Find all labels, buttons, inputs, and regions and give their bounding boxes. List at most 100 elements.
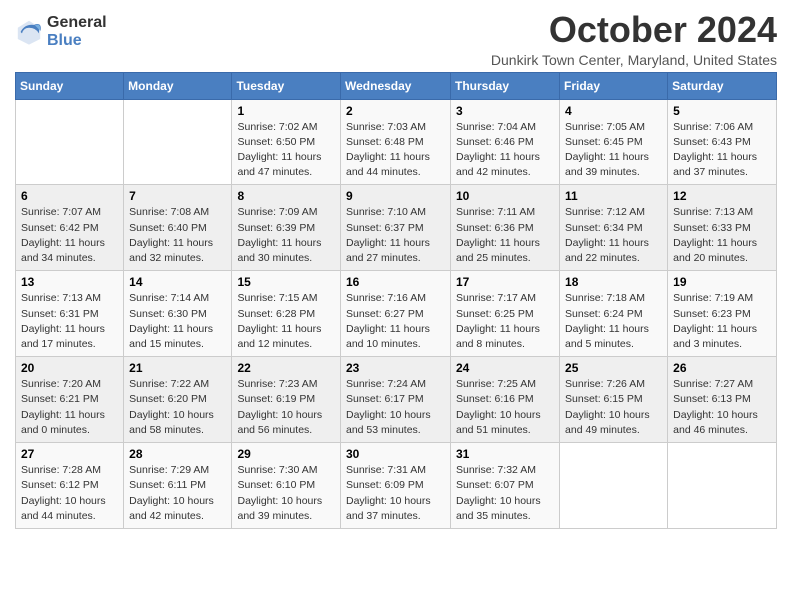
day-cell: 21 Sunrise: 7:22 AM Sunset: 6:20 PM Dayli…: [124, 357, 232, 443]
day-cell: 4Sunrise: 7:05 AM Sunset: 6:45 PM Daylig…: [560, 99, 668, 185]
day-header-wednesday: Wednesday: [341, 72, 451, 99]
day-header-monday: Monday: [124, 72, 232, 99]
day-cell: 29 Sunrise: 7:30 AM Sunset: 6:10 PM Dayli…: [232, 443, 341, 529]
day-info: Sunrise: 7:22 AM Sunset: 6:20 PM Dayligh…: [129, 377, 226, 438]
day-cell: [16, 99, 124, 185]
day-number: 16: [346, 275, 445, 289]
logo-icon: [15, 18, 43, 46]
day-info: Sunrise: 7:13 AM Sunset: 6:33 PM Dayligh…: [673, 205, 771, 266]
day-info: Sunrise: 7:32 AM Sunset: 6:07 PM Dayligh…: [456, 463, 554, 524]
day-number: 22: [237, 361, 335, 375]
day-number: 18: [565, 275, 662, 289]
day-number: 30: [346, 447, 445, 461]
day-info: Sunrise: 7:30 AM Sunset: 6:10 PM Dayligh…: [237, 463, 335, 524]
calendar-table: SundayMondayTuesdayWednesdayThursdayFrid…: [15, 72, 777, 529]
day-info: Sunrise: 7:20 AM Sunset: 6:21 PM Dayligh…: [21, 377, 118, 438]
day-number: 29: [237, 447, 335, 461]
day-cell: 5 Sunrise: 7:06 AM Sunset: 6:43 PM Daylig…: [668, 99, 777, 185]
week-row-1: 1 Sunrise: 7:02 AM Sunset: 6:50 PM Daylig…: [16, 99, 777, 185]
day-number: 6: [21, 189, 118, 203]
day-number: 27: [21, 447, 118, 461]
day-info: Sunrise: 7:23 AM Sunset: 6:19 PM Dayligh…: [237, 377, 335, 438]
day-number: 12: [673, 189, 771, 203]
logo-general-text: General: [47, 14, 107, 32]
day-cell: 27 Sunrise: 7:28 AM Sunset: 6:12 PM Dayli…: [16, 443, 124, 529]
day-cell: 15Sunrise: 7:15 AM Sunset: 6:28 PM Dayli…: [232, 271, 341, 357]
day-header-thursday: Thursday: [451, 72, 560, 99]
day-info: Sunrise: 7:17 AM Sunset: 6:25 PM Dayligh…: [456, 291, 554, 352]
day-info: Sunrise: 7:04 AM Sunset: 6:46 PM Dayligh…: [456, 120, 554, 181]
day-info: Sunrise: 7:06 AM Sunset: 6:43 PM Dayligh…: [673, 120, 771, 181]
day-info: Sunrise: 7:16 AM Sunset: 6:27 PM Dayligh…: [346, 291, 445, 352]
day-cell: 31 Sunrise: 7:32 AM Sunset: 6:07 PM Dayli…: [451, 443, 560, 529]
day-info: Sunrise: 7:03 AM Sunset: 6:48 PM Dayligh…: [346, 120, 445, 181]
day-info: Sunrise: 7:29 AM Sunset: 6:11 PM Dayligh…: [129, 463, 226, 524]
day-number: 5: [673, 104, 771, 118]
day-cell: 17 Sunrise: 7:17 AM Sunset: 6:25 PM Dayli…: [451, 271, 560, 357]
day-cell: 10 Sunrise: 7:11 AM Sunset: 6:36 PM Dayli…: [451, 185, 560, 271]
day-info: Sunrise: 7:25 AM Sunset: 6:16 PM Dayligh…: [456, 377, 554, 438]
day-info: Sunrise: 7:18 AM Sunset: 6:24 PM Dayligh…: [565, 291, 662, 352]
day-cell: 2 Sunrise: 7:03 AM Sunset: 6:48 PM Daylig…: [341, 99, 451, 185]
day-number: 24: [456, 361, 554, 375]
day-info: Sunrise: 7:02 AM Sunset: 6:50 PM Dayligh…: [237, 120, 335, 181]
week-row-2: 6 Sunrise: 7:07 AM Sunset: 6:42 PM Daylig…: [16, 185, 777, 271]
day-cell: 25 Sunrise: 7:26 AM Sunset: 6:15 PM Dayli…: [560, 357, 668, 443]
day-number: 25: [565, 361, 662, 375]
day-info: Sunrise: 7:19 AM Sunset: 6:23 PM Dayligh…: [673, 291, 771, 352]
day-info: Sunrise: 7:26 AM Sunset: 6:15 PM Dayligh…: [565, 377, 662, 438]
day-info: Sunrise: 7:31 AM Sunset: 6:09 PM Dayligh…: [346, 463, 445, 524]
day-cell: 26 Sunrise: 7:27 AM Sunset: 6:13 PM Dayli…: [668, 357, 777, 443]
day-number: 2: [346, 104, 445, 118]
day-number: 4: [565, 104, 662, 118]
day-info: Sunrise: 7:10 AM Sunset: 6:37 PM Dayligh…: [346, 205, 445, 266]
week-row-3: 13 Sunrise: 7:13 AM Sunset: 6:31 PM Dayli…: [16, 271, 777, 357]
day-cell: [124, 99, 232, 185]
day-number: 17: [456, 275, 554, 289]
day-cell: 20Sunrise: 7:20 AM Sunset: 6:21 PM Dayli…: [16, 357, 124, 443]
day-info: Sunrise: 7:07 AM Sunset: 6:42 PM Dayligh…: [21, 205, 118, 266]
day-header-friday: Friday: [560, 72, 668, 99]
header: General Blue October 2024 Dunkirk Town C…: [15, 10, 777, 68]
day-cell: 19 Sunrise: 7:19 AM Sunset: 6:23 PM Dayli…: [668, 271, 777, 357]
day-header-tuesday: Tuesday: [232, 72, 341, 99]
day-info: Sunrise: 7:09 AM Sunset: 6:39 PM Dayligh…: [237, 205, 335, 266]
day-info: Sunrise: 7:12 AM Sunset: 6:34 PM Dayligh…: [565, 205, 662, 266]
day-cell: 9 Sunrise: 7:10 AM Sunset: 6:37 PM Daylig…: [341, 185, 451, 271]
calendar-body: 1 Sunrise: 7:02 AM Sunset: 6:50 PM Daylig…: [16, 99, 777, 528]
day-number: 31: [456, 447, 554, 461]
day-cell: 6 Sunrise: 7:07 AM Sunset: 6:42 PM Daylig…: [16, 185, 124, 271]
day-cell: 18 Sunrise: 7:18 AM Sunset: 6:24 PM Dayli…: [560, 271, 668, 357]
location-title: Dunkirk Town Center, Maryland, United St…: [491, 52, 777, 68]
day-number: 21: [129, 361, 226, 375]
day-number: 13: [21, 275, 118, 289]
day-info: Sunrise: 7:27 AM Sunset: 6:13 PM Dayligh…: [673, 377, 771, 438]
day-header-saturday: Saturday: [668, 72, 777, 99]
day-info: Sunrise: 7:11 AM Sunset: 6:36 PM Dayligh…: [456, 205, 554, 266]
day-cell: 23Sunrise: 7:24 AM Sunset: 6:17 PM Dayli…: [341, 357, 451, 443]
day-number: 23: [346, 361, 445, 375]
day-cell: 3Sunrise: 7:04 AM Sunset: 6:46 PM Daylig…: [451, 99, 560, 185]
day-cell: 14Sunrise: 7:14 AM Sunset: 6:30 PM Dayli…: [124, 271, 232, 357]
title-area: October 2024 Dunkirk Town Center, Maryla…: [491, 10, 777, 68]
day-number: 9: [346, 189, 445, 203]
week-row-4: 20Sunrise: 7:20 AM Sunset: 6:21 PM Dayli…: [16, 357, 777, 443]
day-number: 26: [673, 361, 771, 375]
day-header-sunday: Sunday: [16, 72, 124, 99]
day-cell: 16 Sunrise: 7:16 AM Sunset: 6:27 PM Dayli…: [341, 271, 451, 357]
day-number: 1: [237, 104, 335, 118]
day-info: Sunrise: 7:08 AM Sunset: 6:40 PM Dayligh…: [129, 205, 226, 266]
logo: General Blue: [15, 14, 107, 49]
day-number: 11: [565, 189, 662, 203]
day-cell: 28 Sunrise: 7:29 AM Sunset: 6:11 PM Dayli…: [124, 443, 232, 529]
logo-blue-text: Blue: [47, 32, 107, 50]
day-number: 19: [673, 275, 771, 289]
day-number: 7: [129, 189, 226, 203]
calendar-header: SundayMondayTuesdayWednesdayThursdayFrid…: [16, 72, 777, 99]
day-info: Sunrise: 7:13 AM Sunset: 6:31 PM Dayligh…: [21, 291, 118, 352]
day-number: 8: [237, 189, 335, 203]
day-number: 10: [456, 189, 554, 203]
day-info: Sunrise: 7:28 AM Sunset: 6:12 PM Dayligh…: [21, 463, 118, 524]
day-number: 28: [129, 447, 226, 461]
day-cell: 12 Sunrise: 7:13 AM Sunset: 6:33 PM Dayli…: [668, 185, 777, 271]
